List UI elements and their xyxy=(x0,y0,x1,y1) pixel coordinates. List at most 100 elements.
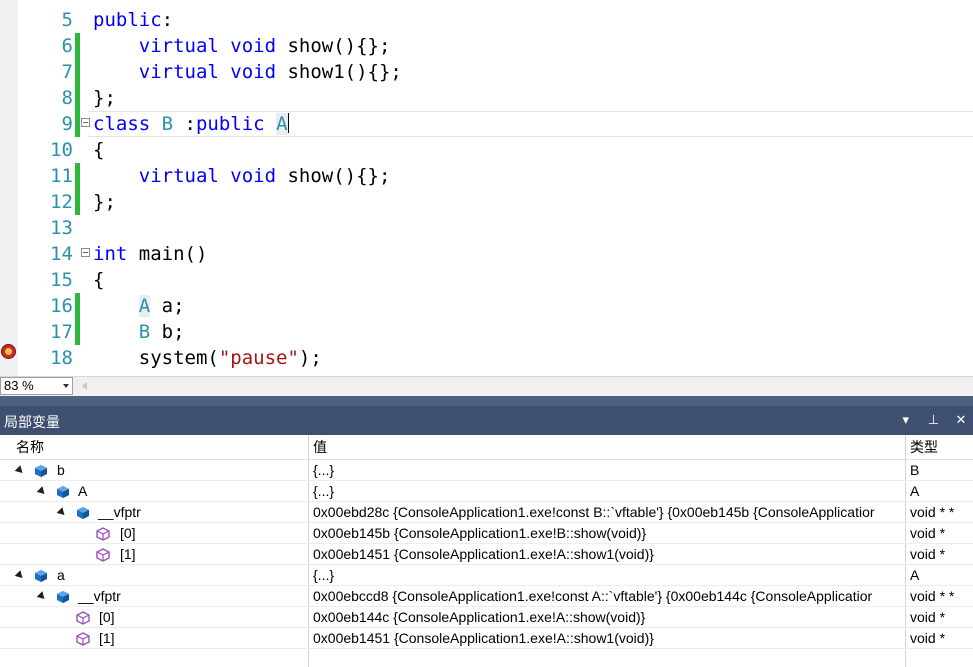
table-row[interactable]: __vfptr 0x00ebccd8 {ConsoleApplication1.e… xyxy=(0,586,973,607)
variable-name: __vfptr xyxy=(98,504,141,520)
object-cube-icon xyxy=(57,591,69,603)
object-cube-icon xyxy=(35,570,47,582)
chevron-down-icon[interactable] xyxy=(63,384,69,388)
code-token: a; xyxy=(150,295,185,317)
code-line[interactable]: 5 public: xyxy=(0,7,973,33)
code-token: virtual void xyxy=(93,35,277,57)
table-row[interactable]: [0] 0x00eb144c {ConsoleApplication1.exe!A… xyxy=(0,607,973,628)
table-row[interactable]: a {...} A xyxy=(0,565,973,586)
code-token: { xyxy=(93,139,105,161)
chevron-down-icon[interactable]: ▾ xyxy=(894,412,918,428)
variable-value[interactable]: {...} xyxy=(313,481,905,501)
variable-name: __vfptr xyxy=(78,588,121,604)
variable-value[interactable]: {...} xyxy=(313,460,905,480)
variable-type: void * * xyxy=(910,504,955,520)
expand-triangle-icon[interactable] xyxy=(14,570,26,581)
code-text: class B :public A xyxy=(93,111,289,137)
variable-value[interactable]: {...} xyxy=(313,565,905,585)
code-token: b; xyxy=(150,321,185,343)
code-line[interactable]: 7 virtual void show1(){}; xyxy=(0,59,973,85)
code-token: B xyxy=(138,321,151,343)
variable-type: void * xyxy=(910,546,946,562)
code-line[interactable]: 16 A a; xyxy=(0,293,973,319)
code-token: main() xyxy=(127,243,208,265)
code-line[interactable]: 9 class B :public A xyxy=(0,111,973,137)
pin-icon[interactable]: ⊥ xyxy=(921,412,945,428)
locals-panel-header: 局部变量 ▾ ⊥ ✕ xyxy=(0,406,973,435)
virtual-function-icon xyxy=(76,611,90,625)
code-line[interactable]: 10 { xyxy=(0,137,973,163)
variable-value[interactable]: 0x00eb1451 {ConsoleApplication1.exe!A::s… xyxy=(313,628,905,648)
variable-value[interactable]: 0x00ebccd8 {ConsoleApplication1.exe!cons… xyxy=(313,586,905,606)
code-line[interactable]: 13 xyxy=(0,215,973,241)
table-row[interactable]: b {...} B xyxy=(0,460,973,481)
expand-triangle-icon[interactable] xyxy=(56,507,68,518)
virtual-function-icon xyxy=(96,548,110,562)
code-token: : xyxy=(184,113,196,135)
close-icon[interactable]: ✕ xyxy=(949,412,973,428)
variable-name: a xyxy=(57,567,65,583)
code-text: { xyxy=(93,267,104,293)
zoom-dropdown[interactable]: 83 % xyxy=(0,377,73,395)
code-line[interactable]: 17 B b; xyxy=(0,319,973,345)
line-number: 5 xyxy=(61,9,73,31)
code-token: show(){}; xyxy=(276,35,391,57)
code-token: }; xyxy=(93,191,116,213)
code-token: B xyxy=(150,113,185,135)
variable-type: void * * xyxy=(910,588,955,604)
code-line[interactable]: 18 system("pause"); xyxy=(0,345,973,371)
panel-splitter[interactable] xyxy=(0,396,973,406)
line-number: 7 xyxy=(61,61,73,83)
table-row[interactable]: [1] 0x00eb1451 {ConsoleApplication1.exe!A… xyxy=(0,544,973,565)
code-token: public xyxy=(93,9,162,31)
column-header-type[interactable]: 类型 xyxy=(906,435,973,460)
collapse-icon[interactable] xyxy=(81,118,90,127)
variable-value[interactable]: 0x00ebd28c {ConsoleApplication1.exe!cons… xyxy=(313,502,905,522)
variable-value[interactable]: 0x00eb144c {ConsoleApplication1.exe!A::s… xyxy=(313,607,905,627)
editor-status-bar: 83 % xyxy=(0,376,973,396)
line-number: 11 xyxy=(50,165,73,187)
collapse-icon[interactable] xyxy=(81,248,90,257)
code-token: int xyxy=(93,243,128,265)
expand-triangle-icon[interactable] xyxy=(36,591,48,602)
code-line[interactable] xyxy=(0,0,973,7)
table-row[interactable]: A {...} A xyxy=(0,481,973,502)
variable-value[interactable]: 0x00eb1451 {ConsoleApplication1.exe!A::s… xyxy=(313,544,905,564)
code-line[interactable]: 15 { xyxy=(0,267,973,293)
code-line[interactable]: 11 virtual void show(){}; xyxy=(0,163,973,189)
code-token: { xyxy=(93,269,105,291)
variable-type: void * xyxy=(910,630,946,646)
text-caret xyxy=(287,113,289,133)
column-header-value[interactable]: 值 xyxy=(309,435,905,460)
table-row[interactable]: [1] 0x00eb1451 {ConsoleApplication1.exe!A… xyxy=(0,628,973,649)
line-number: 9 xyxy=(61,113,73,135)
table-row[interactable]: __vfptr 0x00ebd28c {ConsoleApplication1.e… xyxy=(0,502,973,523)
virtual-function-icon xyxy=(96,527,110,541)
variable-type: A xyxy=(910,567,920,583)
table-row[interactable]: [0] 0x00eb145b {ConsoleApplication1.exe!B… xyxy=(0,523,973,544)
code-token: system( xyxy=(93,347,219,369)
line-number: 12 xyxy=(50,191,73,213)
line-number: 14 xyxy=(50,243,73,265)
code-token: "pause" xyxy=(218,347,299,369)
code-line[interactable]: 14 int main() xyxy=(0,241,973,267)
locals-grid: 名称 值 类型 b {...} B A {...} A __vfptr 0x00ebd28c … xyxy=(0,435,973,667)
change-marker xyxy=(75,33,80,59)
code-text: }; xyxy=(93,189,116,215)
code-text: int main() xyxy=(93,241,207,267)
scroll-left-icon[interactable] xyxy=(82,382,87,390)
expand-triangle-icon[interactable] xyxy=(14,465,26,476)
variable-value[interactable]: 0x00eb145b {ConsoleApplication1.exe!B::s… xyxy=(313,523,905,543)
variable-type: void * xyxy=(910,525,946,541)
variable-name: b xyxy=(57,462,65,478)
code-text: A a; xyxy=(93,293,185,319)
line-number: 6 xyxy=(61,35,73,57)
code-editor[interactable]: 5 public: 6 virtual void show(){}; 7 virtua… xyxy=(0,0,973,376)
code-token: public xyxy=(195,113,265,135)
code-line[interactable]: 6 virtual void show(){}; xyxy=(0,33,973,59)
code-line[interactable]: 8}; xyxy=(0,85,973,111)
column-header-name[interactable]: 名称 xyxy=(0,435,308,460)
expand-triangle-icon[interactable] xyxy=(36,486,48,497)
code-line[interactable]: 12}; xyxy=(0,189,973,215)
